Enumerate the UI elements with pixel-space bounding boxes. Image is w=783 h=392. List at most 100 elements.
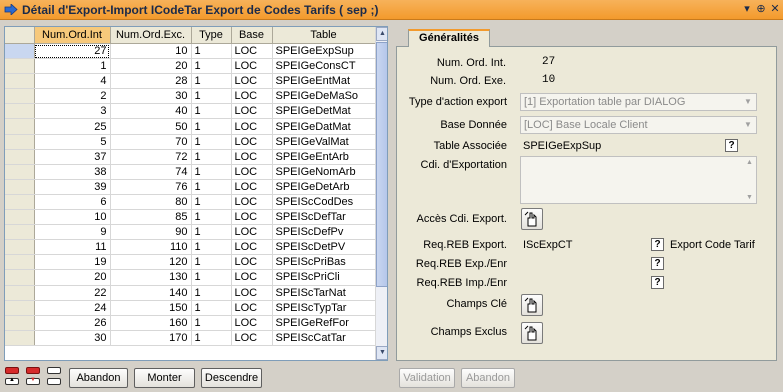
column-header-base[interactable]: Base [231,27,273,44]
table-row[interactable]: 37 72 1 LOC SPEIGeEntArb [5,149,376,165]
cell-table[interactable]: SPEIScTypTar [272,300,376,316]
cell-table[interactable]: SPEIGeValMat [272,134,376,150]
cell-table[interactable]: SPEIScCodDes [272,194,376,211]
column-header-num-ord-exc[interactable]: Num.Ord.Exc. [110,27,192,44]
row-header[interactable] [5,239,35,256]
row-header[interactable] [5,103,35,120]
row-header[interactable] [5,164,35,180]
row-header[interactable] [5,88,35,105]
cell-table[interactable]: SPEIGeDeMaSo [272,88,376,105]
cell-num-ord-int[interactable]: 39 [34,179,111,195]
cell-table[interactable]: SPEIGeExpSup [272,43,376,60]
cell-base[interactable]: LOC [231,179,273,195]
menu-dropdown-icon[interactable]: ▾ [740,2,754,16]
cell-table[interactable]: SPEIScDefPv [272,224,376,241]
row-header[interactable] [5,285,35,301]
cell-num-ord-exc[interactable]: 85 [110,209,192,226]
cell-num-ord-int[interactable]: 9 [34,224,111,241]
cell-num-ord-exc[interactable]: 170 [110,330,192,346]
cell-num-ord-exc[interactable]: 130 [110,269,192,286]
cell-num-ord-int[interactable]: 20 [34,269,111,286]
row-header[interactable] [5,118,35,135]
cell-table[interactable]: SPEIScDefTar [272,209,376,226]
table-row[interactable]: 9 90 1 LOC SPEIScDefPv [5,224,376,241]
descendre-button[interactable]: Descendre [201,368,262,388]
cell-base[interactable]: LOC [231,149,273,165]
cell-num-ord-exc[interactable]: 160 [110,315,192,331]
column-header-type[interactable]: Type [191,27,232,44]
cell-type[interactable]: 1 [191,330,232,346]
cell-type[interactable]: 1 [191,149,232,165]
new-row-icon[interactable] [47,367,61,374]
column-header-num-ord-int[interactable]: Num.Ord.Int [34,27,111,44]
cdi-exportation-field[interactable]: ▲ ▼ [520,156,757,204]
cell-num-ord-exc[interactable]: 70 [110,134,192,150]
cell-num-ord-exc[interactable]: 74 [110,164,192,180]
table-row[interactable]: 27 10 1 LOC SPEIGeExpSup [5,43,376,60]
cell-base[interactable]: LOC [231,300,273,316]
cell-table[interactable]: SPEIScPriCli [272,269,376,286]
cell-num-ord-exc[interactable]: 110 [110,239,192,256]
cell-type[interactable]: 1 [191,269,232,286]
row-header[interactable] [5,300,35,316]
req-reb-export-help-icon[interactable]: ? [651,238,664,251]
cell-base[interactable]: LOC [231,103,273,120]
row-header[interactable] [5,224,35,241]
cell-type[interactable]: 1 [191,134,232,150]
column-header-table[interactable]: Table [272,27,376,44]
cell-table[interactable]: SPEIGeDetArb [272,179,376,195]
cell-num-ord-exc[interactable]: 30 [110,88,192,105]
copy-row-icon[interactable] [47,378,61,385]
cell-type[interactable]: 1 [191,254,232,271]
cell-type[interactable]: 1 [191,285,232,301]
table-row[interactable]: 4 28 1 LOC SPEIGeEntMat [5,73,376,90]
validation-button[interactable]: Validation [399,368,455,388]
cell-table[interactable]: SPEIScCatTar [272,330,376,346]
cell-num-ord-int[interactable]: 6 [34,194,111,211]
cell-num-ord-int[interactable]: 19 [34,254,111,271]
chevron-down-icon[interactable]: ▼ [741,118,755,132]
table-row[interactable]: 22 140 1 LOC SPEIScTarNat [5,285,376,301]
table-row[interactable]: 1 20 1 LOC SPEIGeConsCT [5,58,376,75]
type-action-select[interactable]: [1] Exportation table par DIALOG ▼ [520,93,757,111]
move-up-icon[interactable]: ▲ [5,377,19,385]
row-header[interactable] [5,254,35,271]
cell-num-ord-int[interactable]: 22 [34,285,111,301]
row-header[interactable] [5,269,35,286]
cell-num-ord-int[interactable]: 25 [34,118,111,135]
scroll-up-icon[interactable]: ▲ [376,27,387,41]
cell-num-ord-exc[interactable]: 90 [110,224,192,241]
abandon-right-button[interactable]: Abandon [461,368,515,388]
row-header[interactable] [5,73,35,90]
cell-num-ord-exc[interactable]: 80 [110,194,192,211]
cell-base[interactable]: LOC [231,315,273,331]
cell-base[interactable]: LOC [231,164,273,180]
cell-base[interactable]: LOC [231,118,273,135]
cell-base[interactable]: LOC [231,43,273,60]
cell-table[interactable]: SPEIGeNomArb [272,164,376,180]
cell-num-ord-exc[interactable]: 140 [110,285,192,301]
base-donnee-select[interactable]: [LOC] Base Locale Client ▼ [520,116,757,134]
cell-num-ord-exc[interactable]: 50 [110,118,192,135]
table-row[interactable]: 30 170 1 LOC SPEIScCatTar [5,330,376,346]
cell-num-ord-exc[interactable]: 40 [110,103,192,120]
row-header[interactable] [5,194,35,211]
memo-scrollbar[interactable]: ▲ ▼ [743,157,756,203]
cell-type[interactable]: 1 [191,164,232,180]
cell-type[interactable]: 1 [191,179,232,195]
cell-num-ord-int[interactable]: 24 [34,300,111,316]
cell-type[interactable]: 1 [191,118,232,135]
cell-num-ord-int[interactable]: 5 [34,134,111,150]
cell-num-ord-int[interactable]: 2 [34,88,111,105]
cell-table[interactable]: SPEIGeEntMat [272,73,376,90]
cell-type[interactable]: 1 [191,315,232,331]
cell-type[interactable]: 1 [191,300,232,316]
req-reb-exp-enr-help-icon[interactable]: ? [651,257,664,270]
cell-type[interactable]: 1 [191,43,232,60]
cell-base[interactable]: LOC [231,134,273,150]
cell-num-ord-int[interactable]: 37 [34,149,111,165]
cell-table[interactable]: SPEIGeConsCT [272,58,376,75]
cell-num-ord-exc[interactable]: 72 [110,149,192,165]
grid-vertical-scrollbar[interactable]: ▲ ▼ [375,27,387,360]
table-row[interactable]: 25 50 1 LOC SPEIGeDatMat [5,118,376,135]
